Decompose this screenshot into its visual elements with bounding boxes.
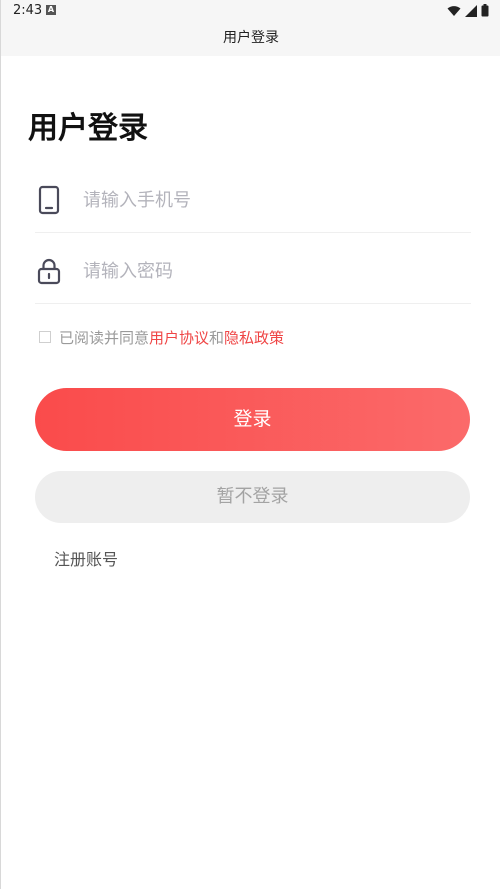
phone-input[interactable] — [83, 185, 463, 215]
page-title: 用户登录 — [28, 111, 148, 146]
login-screen: 2:43 A 用户登录 用户登录 请输入手机号 已阅读并同意 用户协议 和 隐私… — [0, 0, 500, 889]
agreement-row: 已阅读并同意 用户协议 和 隐私政策 — [39, 327, 284, 347]
user-agreement-link[interactable]: 用户协议 — [149, 327, 209, 348]
login-button[interactable]: 登录 — [35, 388, 470, 451]
app-bar-title: 用户登录 — [223, 30, 279, 46]
status-icons — [447, 4, 489, 17]
battery-icon — [481, 4, 489, 17]
agreement-prefix: 已阅读并同意 — [59, 328, 150, 347]
password-field — [35, 238, 471, 304]
app-bar: 用户登录 — [1, 22, 500, 56]
status-bar: 2:43 A — [1, 0, 500, 22]
phone-icon — [35, 185, 63, 215]
status-time: 2:43 — [13, 3, 43, 18]
agreement-checkbox[interactable] — [39, 331, 51, 343]
phone-field — [35, 167, 471, 233]
privacy-policy-link[interactable]: 隐私政策 — [224, 327, 284, 348]
password-input[interactable] — [83, 256, 463, 286]
agreement-conjunction: 和 — [209, 328, 225, 347]
lock-icon — [35, 256, 63, 286]
notification-badge: A — [46, 5, 56, 15]
register-link[interactable]: 注册账号 — [54, 546, 118, 570]
skip-login-button[interactable]: 暂不登录 — [35, 471, 470, 523]
wifi-icon — [447, 5, 461, 16]
signal-icon — [465, 4, 477, 17]
